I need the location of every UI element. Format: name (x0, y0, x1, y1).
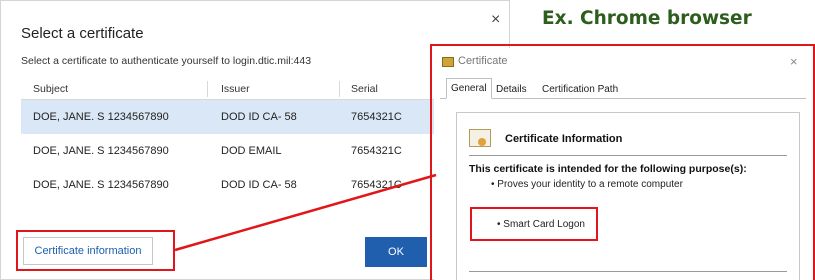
certificate-table: Subject Issuer Serial DOE, JANE. S 12345… (21, 79, 491, 202)
table-header: Subject Issuer Serial (21, 79, 491, 100)
row-subject: DOE, JANE. S 1234567890 (33, 145, 169, 157)
certificate-window-title: Certificate (458, 55, 508, 67)
row-issuer: DOD ID CA- 58 (221, 179, 297, 191)
row-serial: 7654321C (351, 179, 402, 191)
close-icon[interactable]: × (491, 11, 500, 29)
purpose-item-smart-card-logon: • Smart Card Logon (497, 219, 585, 230)
row-serial: 7654321C (351, 111, 402, 123)
tab-details[interactable]: Details (492, 82, 531, 98)
table-row[interactable]: DOE, JANE. S 1234567890 DOD EMAIL 765432… (21, 134, 491, 168)
purpose-item: • Proves your identity to a remote compu… (491, 179, 683, 190)
column-header-subject[interactable]: Subject (33, 83, 68, 95)
column-divider (339, 81, 340, 97)
row-subject: DOE, JANE. S 1234567890 (33, 179, 169, 191)
annotation-label: Ex. Chrome browser (542, 8, 752, 29)
certificate-titlebar: Certificate × (434, 48, 812, 76)
certificate-info-title: Certificate Information (505, 133, 623, 145)
row-serial: 7654321C (351, 145, 402, 157)
certificate-info-panel: Certificate Information This certificate… (456, 112, 800, 280)
tab-general[interactable]: General (446, 78, 492, 99)
certificate-window: Certificate × General Details Certificat… (434, 48, 812, 280)
column-header-issuer[interactable]: Issuer (221, 83, 250, 95)
table-row[interactable]: DOE, JANE. S 1234567890 DOD ID CA- 58 76… (21, 100, 491, 134)
table-row[interactable]: DOE, JANE. S 1234567890 DOD ID CA- 58 76… (21, 168, 491, 202)
divider (469, 271, 787, 272)
column-header-serial[interactable]: Serial (351, 83, 378, 95)
certificate-icon (442, 57, 454, 67)
row-subject: DOE, JANE. S 1234567890 (33, 111, 169, 123)
dialog-subtitle: Select a certificate to authenticate you… (21, 55, 312, 67)
certificate-information-button[interactable]: Certificate information (23, 237, 153, 265)
column-divider (207, 81, 208, 97)
purpose-heading: This certificate is intended for the fol… (469, 163, 747, 175)
certificate-info-icon (469, 129, 491, 147)
ok-button[interactable]: OK (365, 237, 427, 267)
divider (469, 155, 787, 156)
tab-certification-path[interactable]: Certification Path (538, 82, 622, 98)
close-icon[interactable]: × (790, 54, 798, 69)
tab-bar: General Details Certification Path (440, 78, 806, 99)
row-issuer: DOD ID CA- 58 (221, 111, 297, 123)
dialog-title: Select a certificate (21, 25, 144, 42)
row-issuer: DOD EMAIL (221, 145, 282, 157)
